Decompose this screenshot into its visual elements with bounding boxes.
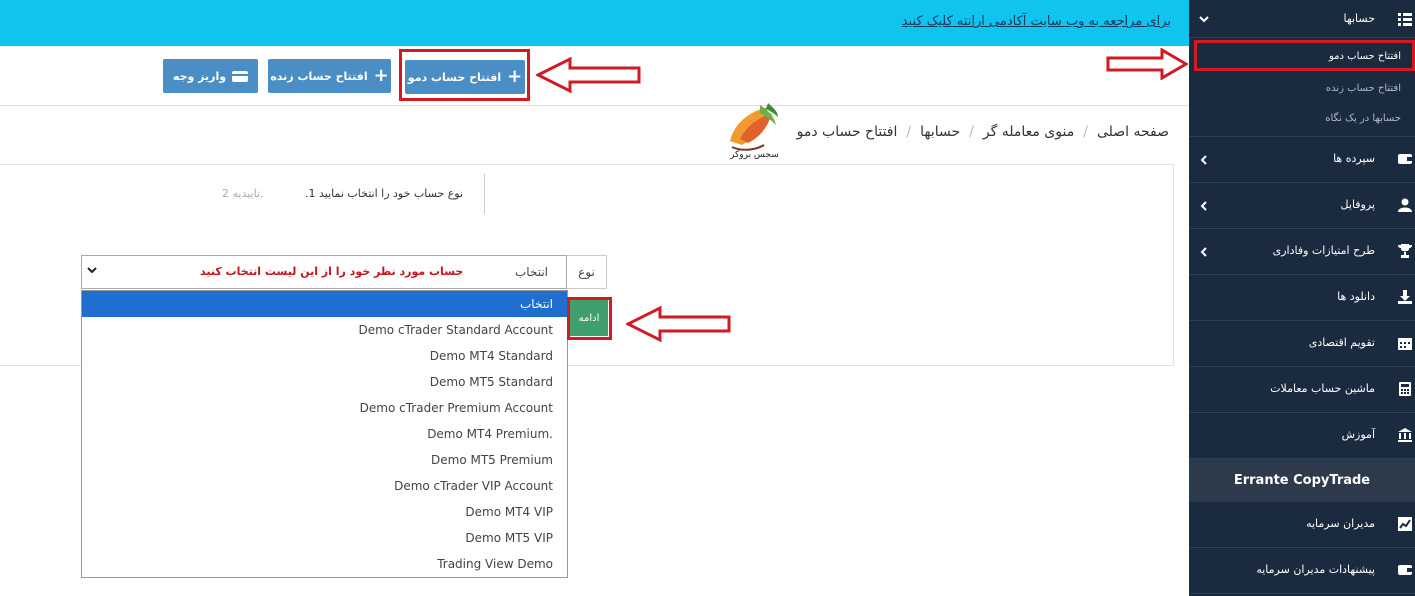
calendar-icon — [1398, 338, 1412, 350]
calculator-icon — [1399, 382, 1411, 396]
dropdown-option[interactable]: Demo cTrader Premium Account — [82, 395, 567, 421]
academy-link[interactable]: برای مراجعه به وب سایت آکادمی ارانته کلی… — [902, 14, 1171, 29]
sidebar-item-calendar[interactable]: تقویم اقتصادی — [1189, 321, 1415, 367]
sidebar-item-calculator[interactable]: ماشین حساب معاملات — [1189, 367, 1415, 413]
sidebar-item-label: دانلود ها — [1337, 290, 1375, 303]
dropdown-option[interactable]: Demo MT5 Standard — [82, 369, 567, 395]
logo-text: سجس بروکر — [730, 150, 779, 160]
chevron-down-icon — [87, 267, 97, 274]
list-icon — [1398, 13, 1412, 26]
sidebar-item-deposits[interactable]: سپرده ها — [1189, 137, 1415, 183]
sidebar-item-manager-offers[interactable]: پیشنهادات مدیران سرمایه — [1189, 548, 1415, 594]
open-live-account-label: افتتاح حساب زنده — [270, 69, 368, 83]
sidebar-item-label: تقویم اقتصادی — [1308, 336, 1375, 349]
sidebar-sub-overview[interactable]: حسابها در یک نگاه — [1325, 113, 1401, 124]
dropdown-option[interactable]: Demo cTrader Standard Account — [82, 317, 567, 343]
sidebar-item-profile[interactable]: پروفایل — [1189, 183, 1415, 229]
sidebar-item-downloads[interactable]: دانلود ها — [1189, 275, 1415, 321]
sidebar-item-education[interactable]: آموزش — [1189, 413, 1415, 459]
account-type-label: نوع — [566, 255, 607, 289]
dropdown-option[interactable]: Demo MT5 Premium — [82, 447, 567, 473]
dropdown-option[interactable]: Trading View Demo — [82, 551, 567, 577]
download-icon — [1398, 290, 1412, 304]
arrow-annotation-sidebar — [1106, 48, 1188, 80]
sidebar-item-accounts[interactable]: حسابها — [1189, 0, 1415, 38]
dropdown-option[interactable]: Demo MT4 Premium. — [82, 421, 567, 447]
sidebar-item-label: پروفایل — [1340, 198, 1375, 211]
bank-icon — [1398, 428, 1412, 442]
sidebar-item-money-managers[interactable]: مدیران سرمایه — [1189, 502, 1415, 548]
sidebar-sub-live[interactable]: افتتاح حساب زنده — [1326, 83, 1401, 94]
divider — [0, 105, 1189, 106]
top-banner: برای مراجعه به وب سایت آکادمی ارانته کلی… — [0, 0, 1189, 46]
sidebar-item-label: مدیران سرمایه — [1306, 517, 1375, 530]
breadcrumb: صفحه اصلی / منوی معامله گر / حسابها / اف… — [797, 124, 1169, 140]
chart-icon — [1398, 517, 1412, 531]
wallet-icon — [1398, 154, 1412, 164]
wallet-icon — [1398, 565, 1412, 575]
breadcrumb-accounts[interactable]: حسابها — [920, 124, 960, 140]
breadcrumb-separator: / — [969, 124, 974, 140]
wizard-step-1: نوع حساب خود را انتخاب نمایید 1. — [305, 187, 464, 200]
sidebar-item-label: آموزش — [1341, 428, 1375, 441]
select-current-value: انتخاب — [515, 265, 548, 279]
chevron-left-icon — [1200, 247, 1207, 257]
sidebar-item-label: پیشنهادات مدیران سرمایه — [1256, 563, 1375, 576]
sidebar-item-loyalty[interactable]: طرح امتیازات وفاداری — [1189, 229, 1415, 275]
sidebar-item-label: سپرده ها — [1333, 152, 1375, 165]
breadcrumb-home[interactable]: صفحه اصلی — [1097, 124, 1169, 140]
deposit-button-label: واریز وجه — [172, 69, 227, 83]
sidebar-item-copytrade[interactable]: Errante CopyTrade — [1189, 459, 1415, 502]
sidebar-item-label: ماشین حساب معاملات — [1270, 382, 1375, 395]
breadcrumb-separator: / — [906, 124, 912, 140]
sidebar-item-label: طرح امتیازات وفاداری — [1272, 244, 1375, 257]
breadcrumb-current: افتتاح حساب دمو — [796, 124, 898, 140]
account-type-dropdown: انتخاب Demo cTrader Standard Account Dem… — [81, 290, 568, 578]
highlight-box-sidebar-demo — [1194, 40, 1415, 71]
open-live-account-button[interactable]: + افتتاح حساب زنده — [268, 59, 391, 93]
highlight-box-continue — [567, 297, 612, 340]
sidebar: حسابها افتتاح حساب دمو افتتاح حساب زنده … — [1189, 0, 1415, 596]
sidebar-item-label: حسابها — [1343, 12, 1375, 25]
dropdown-option[interactable]: Demo MT4 VIP — [82, 499, 567, 525]
user-icon — [1398, 198, 1412, 212]
wizard-step-2: تاییدیه 2. — [222, 187, 264, 200]
breadcrumb-separator: / — [1083, 124, 1088, 140]
plus-icon: + — [373, 65, 389, 86]
step-divider — [484, 174, 485, 214]
credit-card-icon — [232, 70, 249, 82]
arrow-annotation-continue — [626, 305, 731, 343]
select-annotation: حساب مورد نظر خود را از این لیست انتخاب … — [200, 265, 464, 278]
arrow-annotation-demo-button — [536, 56, 641, 94]
dropdown-option[interactable]: Demo MT4 Standard — [82, 343, 567, 369]
dropdown-option[interactable]: انتخاب — [82, 291, 567, 317]
highlight-box-demo-button — [399, 49, 530, 101]
trophy-icon — [1398, 244, 1412, 258]
deposit-button[interactable]: واریز وجه — [163, 59, 258, 93]
dropdown-option[interactable]: Demo cTrader VIP Account — [82, 473, 567, 499]
chevron-left-icon — [1200, 155, 1207, 165]
chevron-down-icon — [1199, 16, 1209, 23]
chevron-left-icon — [1200, 201, 1207, 211]
dropdown-option[interactable]: Demo MT5 VIP — [82, 525, 567, 551]
breadcrumb-trader-menu[interactable]: منوی معامله گر — [983, 124, 1074, 140]
